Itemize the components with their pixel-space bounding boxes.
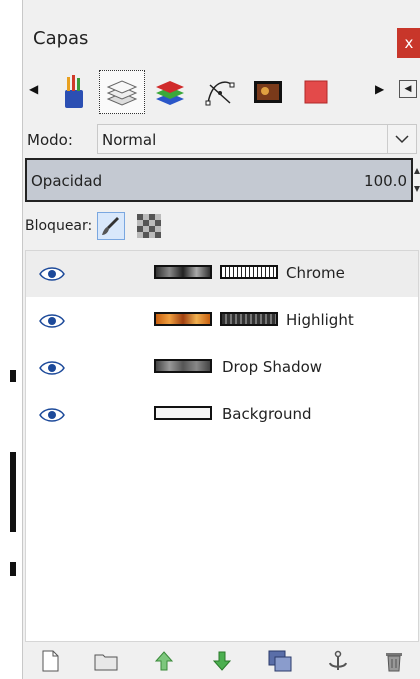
paint-brushes-icon <box>65 75 83 108</box>
raise-layer-button[interactable] <box>151 648 177 674</box>
dock-tabbar: ◀ ▶ ◀ <box>23 66 420 116</box>
lock-label: Bloquear: <box>25 218 93 234</box>
layer-row-drop-shadow[interactable]: Drop Shadow <box>26 345 418 391</box>
anchor-layer-icon <box>329 650 347 670</box>
lower-layer-icon <box>212 651 232 671</box>
opacity-slider[interactable]: Opacidad 100.0 <box>25 158 413 202</box>
delete-layer-icon <box>386 653 402 672</box>
eye-icon[interactable] <box>38 359 66 377</box>
tab-channels[interactable] <box>147 70 193 114</box>
tab-brushes[interactable] <box>51 70 97 114</box>
raise-layer-icon <box>154 651 174 671</box>
layer-row-highlight[interactable]: Highlight <box>26 298 418 344</box>
lower-layer-button[interactable] <box>209 648 235 674</box>
background-window-strip <box>0 0 22 679</box>
anchor-layer-button[interactable] <box>325 648 351 674</box>
tab-color[interactable] <box>293 70 339 114</box>
chevron-down-icon[interactable] <box>387 125 416 153</box>
tab-layers[interactable] <box>99 70 145 114</box>
layer-mask-thumbnail <box>220 265 278 279</box>
scroll-left-icon[interactable]: ◀ <box>29 82 38 96</box>
lock-row: Bloquear: <box>23 206 420 242</box>
layer-actions-bar <box>23 644 420 679</box>
lock-alpha-toggle[interactable] <box>137 214 161 238</box>
scroll-right-icon[interactable]: ▶ <box>375 82 384 96</box>
eye-icon[interactable] <box>38 265 66 283</box>
delete-layer-button[interactable] <box>381 648 407 674</box>
red-square-icon <box>304 80 328 104</box>
image-thumbnail-icon <box>254 81 282 103</box>
opacity-spinner[interactable] <box>413 160 420 200</box>
mode-label: Modo: <box>27 131 73 149</box>
duplicate-layer-button[interactable] <box>267 648 293 674</box>
new-layer-button[interactable] <box>37 648 63 674</box>
opacity-value: 100.0 <box>364 172 407 190</box>
new-layer-group-icon <box>94 654 118 671</box>
eye-icon[interactable] <box>38 312 66 330</box>
layer-row-chrome[interactable]: Chrome <box>26 251 418 297</box>
layer-name: Background <box>222 405 312 423</box>
layer-thumbnail <box>154 359 212 373</box>
opacity-label: Opacidad <box>31 172 103 190</box>
layer-list: Chrome Highlight Drop Shadow Background <box>25 250 419 642</box>
lock-pixels-toggle[interactable] <box>97 212 125 240</box>
background-mark <box>10 452 16 532</box>
layer-name: Drop Shadow <box>222 358 323 376</box>
mode-select[interactable]: Normal <box>97 124 417 154</box>
layer-thumbnail <box>154 406 212 420</box>
layer-name: Highlight <box>286 311 354 329</box>
duplicate-layer-icon <box>268 650 292 672</box>
layer-row-background[interactable]: Background <box>26 392 418 438</box>
layers-dock-panel: Capas x ◀ ▶ ◀ Modo: Normal Opacidad 100.… <box>22 0 420 679</box>
eye-icon[interactable] <box>38 406 66 424</box>
channels-icon <box>156 81 184 105</box>
panel-titlebar: Capas x <box>23 0 420 64</box>
close-button[interactable]: x <box>397 28 420 58</box>
layers-icon <box>106 80 138 106</box>
background-mark <box>10 370 16 382</box>
tab-paths[interactable] <box>197 70 243 114</box>
layer-mask-thumbnail <box>220 312 278 326</box>
paintbrush-icon <box>102 217 119 235</box>
new-layer-icon <box>42 650 59 672</box>
checkerboard-icon <box>137 214 161 238</box>
layer-thumbnail <box>154 312 212 326</box>
layer-name: Chrome <box>286 264 345 282</box>
background-mark <box>10 562 16 576</box>
new-layer-group-button[interactable] <box>93 648 119 674</box>
mode-row: Modo: Normal <box>23 124 420 156</box>
tab-menu-button[interactable]: ◀ <box>399 80 417 98</box>
panel-title: Capas <box>33 28 89 49</box>
paths-icon <box>205 81 235 106</box>
layer-thumbnail <box>154 265 212 279</box>
tab-image[interactable] <box>245 70 291 114</box>
mode-value: Normal <box>102 131 157 149</box>
